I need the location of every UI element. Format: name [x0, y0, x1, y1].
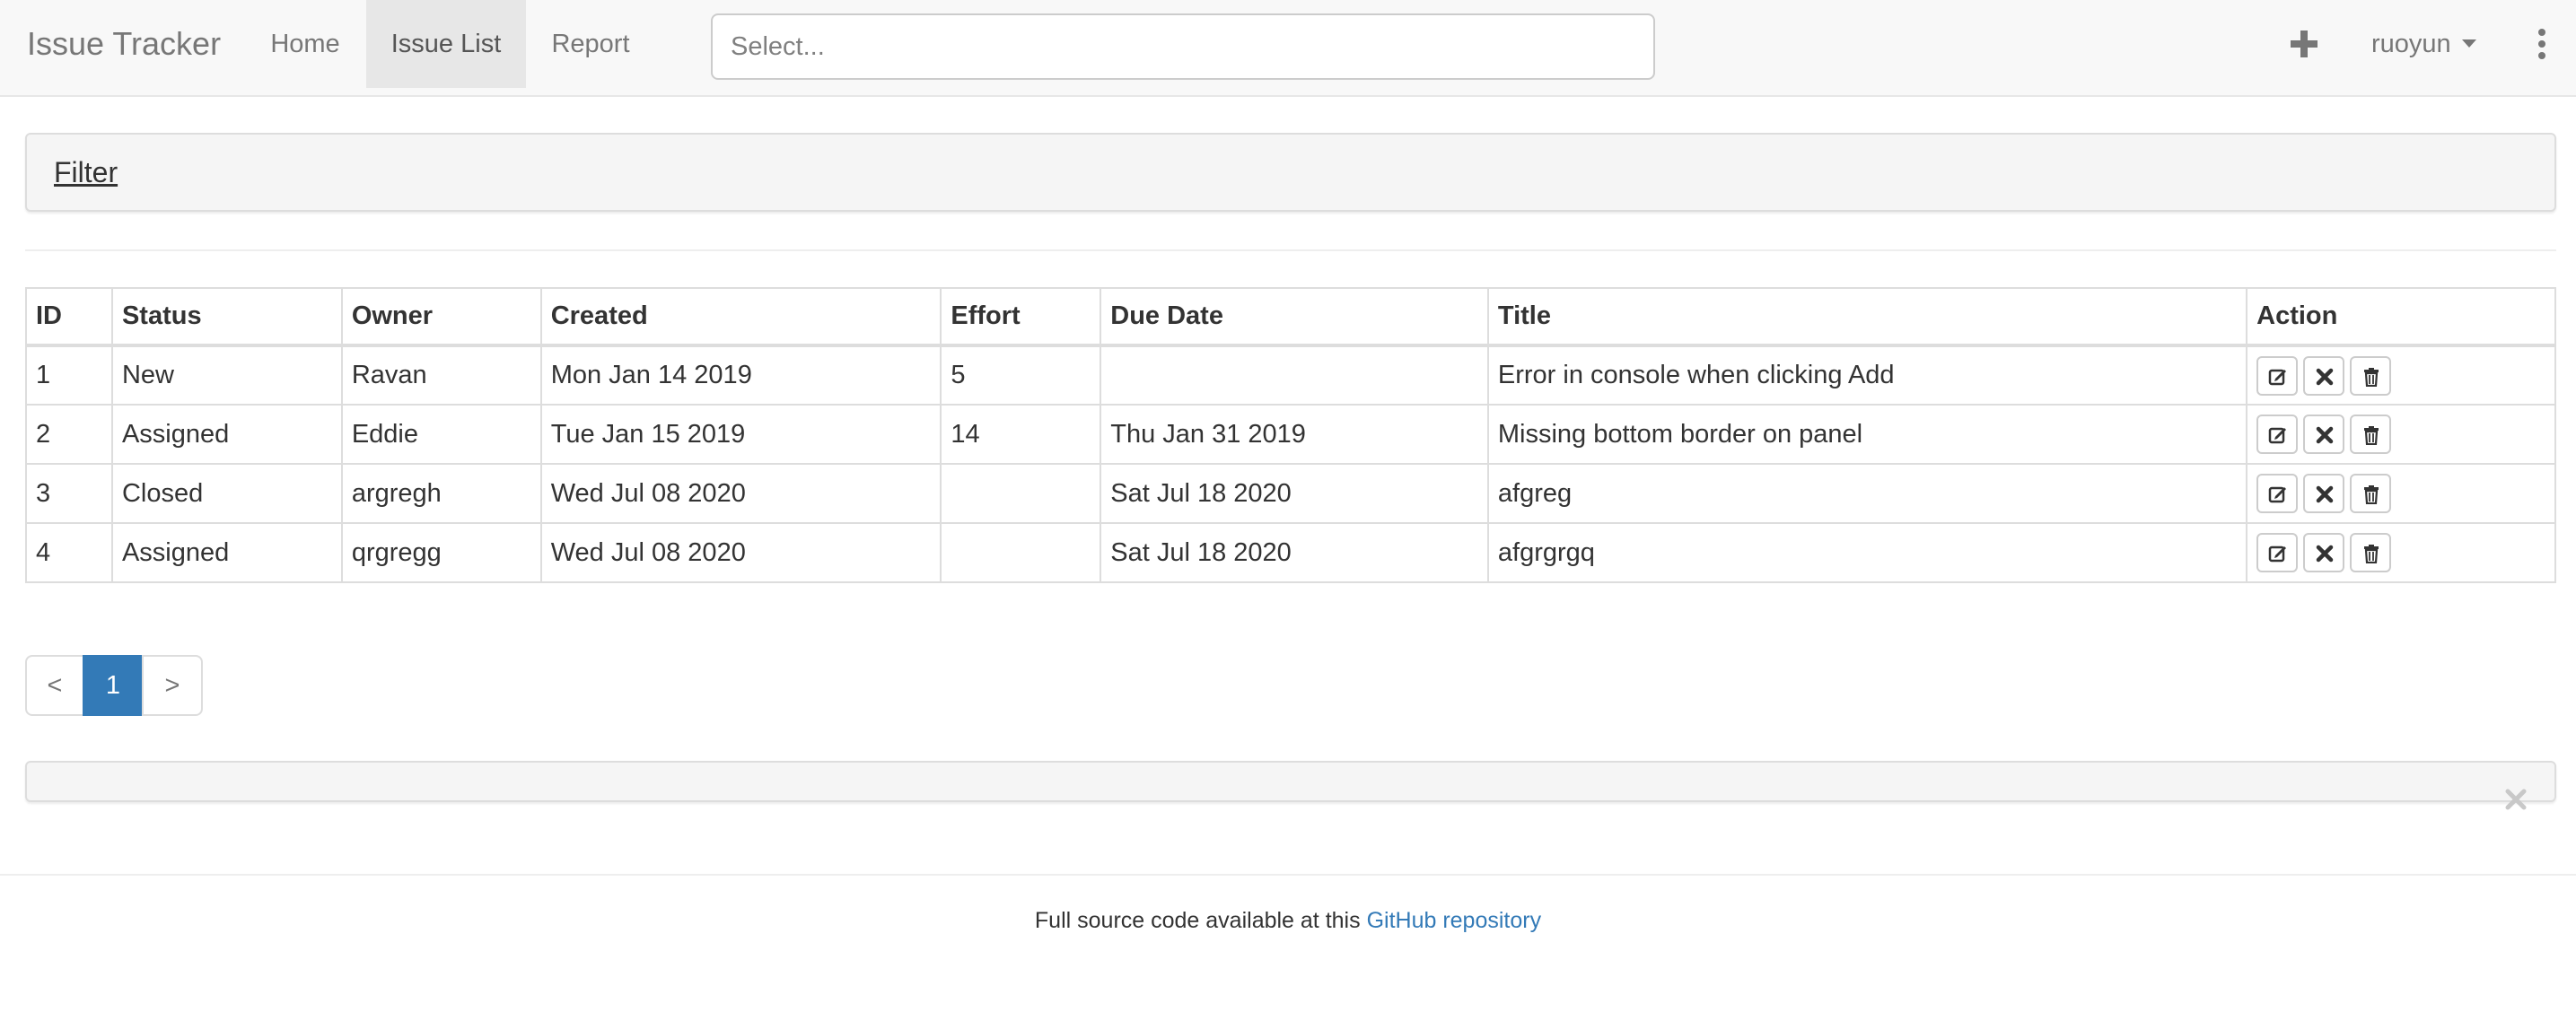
cell-status: Closed [110, 463, 343, 524]
user-menu[interactable]: ruoyun [2371, 0, 2476, 88]
delete-button[interactable] [2350, 474, 2392, 513]
caret-down-icon [2461, 39, 2476, 48]
column-header-status: Status [110, 287, 343, 347]
footer: Full source code available at this GitHu… [0, 908, 2576, 934]
issue-table-body: 1 New Ravan Mon Jan 14 2019 5 Error in c… [25, 345, 2556, 583]
edit-button[interactable] [2256, 355, 2299, 396]
cell-created: Wed Jul 08 2020 [539, 463, 942, 524]
cell-status: Assigned [110, 404, 343, 465]
cell-due-date: Thu Jan 31 2019 [1100, 404, 1489, 465]
cell-actions [2246, 404, 2556, 465]
cell-due-date [1100, 345, 1489, 406]
filter-panel: Filter [25, 133, 2556, 212]
message-panel [25, 761, 2556, 802]
table-header-row: ID Status Owner Created Effort Due Date … [25, 287, 2556, 347]
cell-actions [2246, 522, 2556, 583]
close-issue-button[interactable] [2303, 533, 2345, 572]
page-1-button[interactable]: 1 [83, 655, 144, 716]
cell-actions [2246, 463, 2556, 524]
nav-home[interactable]: Home [253, 0, 357, 88]
cell-owner: qrgregg [340, 522, 542, 583]
close-icon[interactable] [2504, 788, 2528, 811]
cell-status: New [110, 345, 343, 406]
nav-report[interactable]: Report [537, 0, 644, 88]
column-header-owner: Owner [340, 287, 542, 347]
column-header-effort: Effort [940, 287, 1102, 347]
delete-button[interactable] [2350, 415, 2392, 454]
filter-toggle[interactable]: Filter [54, 135, 118, 210]
cell-effort: 5 [940, 345, 1102, 406]
cell-status: Assigned [110, 522, 343, 583]
close-issue-button[interactable] [2303, 415, 2345, 454]
cell-title: Error in console when clicking Add [1486, 345, 2248, 406]
edit-button[interactable] [2256, 533, 2299, 572]
pagination: < 1 > [25, 655, 203, 716]
table-row[interactable]: 1 New Ravan Mon Jan 14 2019 5 Error in c… [25, 345, 2556, 406]
delete-button[interactable] [2350, 355, 2392, 396]
delete-button[interactable] [2350, 533, 2392, 572]
cell-id: 2 [25, 404, 113, 465]
column-header-title: Title [1486, 287, 2248, 347]
column-header-id: ID [25, 287, 113, 347]
search-placeholder: Select... [731, 32, 825, 61]
cell-owner: Eddie [340, 404, 542, 465]
close-issue-button[interactable] [2303, 355, 2345, 396]
cell-effort [940, 522, 1102, 583]
brand[interactable]: Issue Tracker [27, 0, 221, 88]
cell-actions [2246, 345, 2556, 406]
cell-created: Tue Jan 15 2019 [539, 404, 942, 465]
nav-issue-list[interactable]: Issue List [366, 0, 526, 88]
column-header-due-date: Due Date [1100, 287, 1489, 347]
user-name: ruoyun [2371, 30, 2451, 58]
close-issue-button[interactable] [2303, 474, 2345, 513]
edit-button[interactable] [2256, 474, 2299, 513]
cell-created: Wed Jul 08 2020 [539, 522, 942, 583]
table-row[interactable]: 3 Closed argregh Wed Jul 08 2020 Sat Jul… [25, 463, 2556, 524]
issue-search-select[interactable]: Select... [711, 13, 1655, 80]
divider [25, 249, 2556, 251]
page-next-button[interactable]: > [142, 655, 203, 716]
cell-title: afgreg [1486, 463, 2248, 524]
cell-owner: Ravan [340, 345, 542, 406]
issue-table: ID Status Owner Created Effort Due Date … [25, 287, 2556, 583]
plus-icon[interactable] [2287, 22, 2326, 66]
column-header-action: Action [2246, 287, 2556, 347]
vertical-ellipsis-icon[interactable] [2531, 27, 2553, 61]
cell-title: afgrgrgq [1486, 522, 2248, 583]
cell-due-date: Sat Jul 18 2020 [1100, 522, 1489, 583]
footer-divider [0, 874, 2576, 876]
navbar: Issue Tracker Home Issue List Report Sel… [0, 0, 2576, 97]
table-row[interactable]: 4 Assigned qrgregg Wed Jul 08 2020 Sat J… [25, 522, 2556, 583]
page-prev-button[interactable]: < [25, 655, 84, 716]
cell-id: 1 [25, 345, 113, 406]
cell-id: 3 [25, 463, 113, 524]
cell-created: Mon Jan 14 2019 [539, 345, 942, 406]
column-header-created: Created [539, 287, 942, 347]
cell-owner: argregh [340, 463, 542, 524]
cell-id: 4 [25, 522, 113, 583]
table-row[interactable]: 2 Assigned Eddie Tue Jan 15 2019 14 Thu … [25, 404, 2556, 465]
cell-title: Missing bottom border on panel [1486, 404, 2248, 465]
edit-button[interactable] [2256, 415, 2299, 454]
cell-due-date: Sat Jul 18 2020 [1100, 463, 1489, 524]
footer-text: Full source code available at this [1034, 908, 1367, 933]
github-link[interactable]: GitHub repository [1367, 908, 1542, 933]
cell-effort [940, 463, 1102, 524]
cell-effort: 14 [940, 404, 1102, 465]
